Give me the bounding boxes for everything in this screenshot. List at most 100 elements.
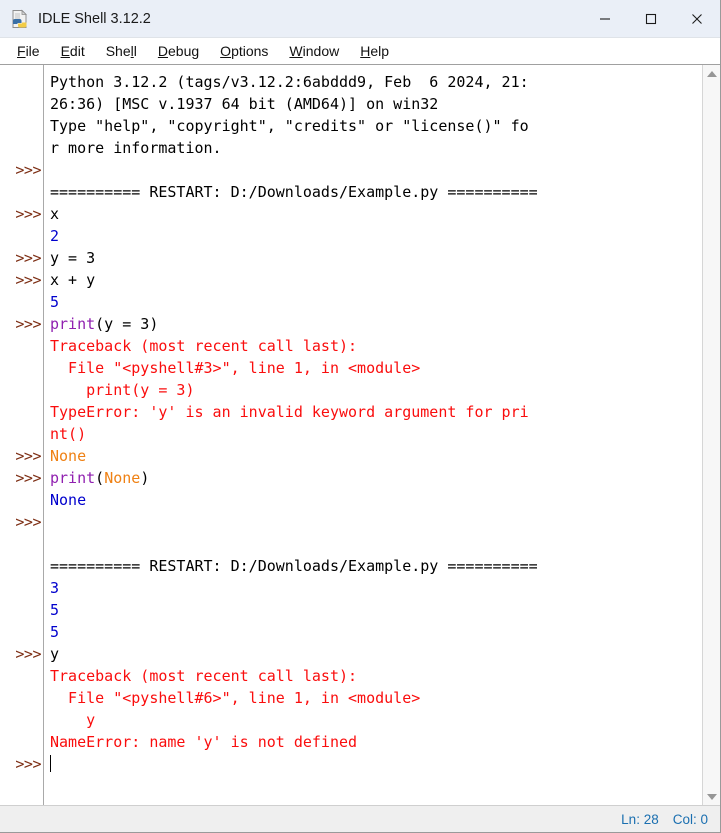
shell-text-restart: ========== RESTART: D:/Downloads/Example… xyxy=(50,557,538,575)
shell-text-normal: x xyxy=(50,205,60,223)
shell-text-output: 2 xyxy=(50,227,60,245)
shell-text-error: NameError: name 'y' is not defined xyxy=(50,733,358,751)
scroll-down-button[interactable] xyxy=(703,788,721,805)
shell-line: TypeError: 'y' is an invalid keyword arg… xyxy=(50,401,702,423)
menu-bar: File Edit Shell Debug Options Window Help xyxy=(0,38,720,64)
shell-line xyxy=(50,753,702,775)
shell-line: 5 xyxy=(50,291,702,313)
shell-text-normal: x + y xyxy=(50,271,96,289)
scroll-up-arrow-icon xyxy=(706,70,717,77)
shell-gutter-blank xyxy=(0,93,43,115)
shell-line: 26:36) [MSC v.1937 64 bit (AMD64)] on wi… xyxy=(50,93,702,115)
shell-text-normal: y = 3 xyxy=(50,249,96,267)
shell-line: 5 xyxy=(50,621,702,643)
scroll-up-button[interactable] xyxy=(703,65,721,82)
minimize-icon xyxy=(600,17,610,20)
shell-gutter-blank xyxy=(0,687,43,709)
shell-text-area[interactable]: >>> >>> >>> >>> >>> >>> >>> >>> >>> >>> Python 3.… xyxy=(0,64,720,805)
shell-gutter-blank xyxy=(0,357,43,379)
shell-line: Traceback (most recent call last): xyxy=(50,335,702,357)
shell-output-pane[interactable]: Python 3.12.2 (tags/v3.12.2:6abddd9, Feb… xyxy=(44,65,702,805)
shell-text-normal: (y = 3) xyxy=(95,315,159,333)
shell-text-normal: Type "help", "copyright", "credits" or "… xyxy=(50,117,529,135)
maximize-icon xyxy=(645,13,657,24)
minimize-button[interactable] xyxy=(582,0,628,37)
scroll-down-arrow-icon xyxy=(706,793,717,800)
shell-text-keyword: None xyxy=(104,469,141,487)
shell-line: ========== RESTART: D:/Downloads/Example… xyxy=(50,181,702,203)
shell-line: ========== RESTART: D:/Downloads/Example… xyxy=(50,555,702,577)
shell-line: nt() xyxy=(50,423,702,445)
shell-gutter-blank xyxy=(0,599,43,621)
idle-shell-window: IDLE Shell 3.12.2 File Edit Shell Debug Opti xyxy=(0,0,721,833)
shell-gutter-blank xyxy=(0,71,43,93)
close-icon xyxy=(692,13,702,24)
shell-text-normal: y xyxy=(50,645,60,663)
shell-text-output: 5 xyxy=(50,623,60,641)
shell-text-error: Traceback (most recent call last): xyxy=(50,667,358,685)
shell-gutter-blank xyxy=(0,181,43,203)
prompt-gutter: >>> >>> >>> >>> >>> >>> >>> >>> >>> >>> xyxy=(0,65,44,805)
shell-text-normal: ( xyxy=(95,469,105,487)
status-column-number: Col: 0 xyxy=(672,811,708,827)
text-caret xyxy=(50,755,51,772)
close-button[interactable] xyxy=(674,0,720,37)
shell-text-output: 5 xyxy=(50,601,60,619)
shell-gutter-blank xyxy=(0,423,43,445)
window-title: IDLE Shell 3.12.2 xyxy=(38,10,151,27)
shell-prompt: >>> xyxy=(15,205,41,223)
shell-line: File "<pyshell#6>", line 1, in <module> xyxy=(50,687,702,709)
title-bar: IDLE Shell 3.12.2 xyxy=(0,0,720,38)
shell-gutter-blank xyxy=(0,555,43,577)
shell-line: x + y xyxy=(50,269,702,291)
shell-text-error: y xyxy=(50,711,96,729)
shell-text-builtin: print xyxy=(50,315,96,333)
menu-item-help[interactable]: Help xyxy=(351,40,398,62)
shell-text-error: print(y = 3) xyxy=(50,381,195,399)
shell-text-normal: r more information. xyxy=(50,139,222,157)
shell-line: None xyxy=(50,445,702,467)
shell-gutter-blank xyxy=(0,291,43,313)
shell-text-error: File "<pyshell#3>", line 1, in <module> xyxy=(50,359,421,377)
shell-text-error: File "<pyshell#6>", line 1, in <module> xyxy=(50,689,421,707)
shell-text-error: TypeError: 'y' is an invalid keyword arg… xyxy=(50,403,529,421)
menu-item-file[interactable]: File xyxy=(8,40,49,62)
menu-item-shell[interactable]: Shell xyxy=(97,40,146,62)
shell-line: x xyxy=(50,203,702,225)
shell-gutter-blank xyxy=(0,621,43,643)
shell-line: y xyxy=(50,643,702,665)
shell-gutter-blank xyxy=(0,709,43,731)
scrollbar-track[interactable] xyxy=(703,82,721,788)
menu-item-debug[interactable]: Debug xyxy=(149,40,208,62)
shell-prompt: >>> xyxy=(15,469,41,487)
shell-line: File "<pyshell#3>", line 1, in <module> xyxy=(50,357,702,379)
shell-gutter-blank xyxy=(0,379,43,401)
shell-gutter-blank xyxy=(0,401,43,423)
menu-item-options[interactable]: Options xyxy=(211,40,277,62)
shell-text-output: None xyxy=(50,491,87,509)
shell-line: print(None) xyxy=(50,467,702,489)
maximize-button[interactable] xyxy=(628,0,674,37)
shell-line: y = 3 xyxy=(50,247,702,269)
shell-text-error: Traceback (most recent call last): xyxy=(50,337,358,355)
shell-prompt: >>> xyxy=(15,447,41,465)
shell-prompt: >>> xyxy=(15,271,41,289)
status-bar: Ln: 28 Col: 0 xyxy=(0,805,720,832)
shell-line: None xyxy=(50,489,702,511)
shell-line: Type "help", "copyright", "credits" or "… xyxy=(50,115,702,137)
shell-line: print(y = 3) xyxy=(50,379,702,401)
shell-line: print(y = 3) xyxy=(50,313,702,335)
menu-item-window[interactable]: Window xyxy=(280,40,348,62)
window-controls xyxy=(582,0,720,37)
shell-text-normal: ) xyxy=(140,469,150,487)
shell-line: 5 xyxy=(50,599,702,621)
shell-prompt: >>> xyxy=(15,249,41,267)
shell-line: y xyxy=(50,709,702,731)
menu-item-edit[interactable]: Edit xyxy=(52,40,94,62)
vertical-scrollbar[interactable] xyxy=(702,65,720,805)
shell-prompt: >>> xyxy=(15,645,41,663)
shell-prompt: >>> xyxy=(15,755,41,773)
shell-gutter-blank xyxy=(0,335,43,357)
